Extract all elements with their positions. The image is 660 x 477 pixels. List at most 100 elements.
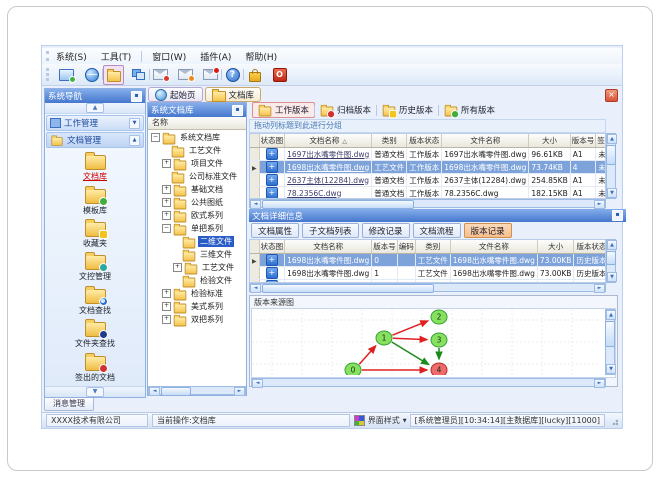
sidebar-item-4[interactable]: 文档查找 (79, 285, 111, 316)
tree-node-2[interactable]: + 项目文件 (148, 157, 246, 170)
scroll-left-icon[interactable]: ◄ (252, 379, 263, 388)
menu-item-3[interactable]: 插件(A) (200, 50, 231, 63)
sidebar-item-5[interactable]: 文件夹查找 (75, 318, 115, 349)
tree-node-5[interactable]: + 公共图纸 (148, 196, 246, 209)
menu-item-0[interactable]: 系统(S) (56, 50, 87, 63)
lock-button[interactable] (244, 65, 265, 85)
scroll-right-icon[interactable]: ► (594, 379, 605, 388)
pin-icon[interactable]: ▪ (131, 90, 142, 102)
column-header-6[interactable]: 大小 (537, 240, 575, 254)
scroll-right-icon[interactable]: ► (234, 387, 245, 396)
scroll-down-icon[interactable]: ▼ (606, 364, 616, 374)
version-grid-v-scrollbar[interactable]: ▲ ▼ (606, 239, 617, 283)
sidebar-item-2[interactable]: 收藏夹 (83, 218, 108, 249)
menu-item-2[interactable]: 窗口(W) (152, 50, 186, 63)
windows-button[interactable] (128, 65, 149, 85)
version-button-3[interactable]: 所有版本 (438, 102, 501, 119)
scroll-left-icon[interactable]: ◄ (250, 200, 261, 209)
scroll-left-icon[interactable]: ◄ (149, 387, 160, 396)
scroll-thumb[interactable] (262, 200, 414, 209)
table-row-3[interactable]: 78.2356C.dwg 普通文档工作版本 78.2356C.dwg 182.15KB… (250, 186, 605, 198)
tree-node-0[interactable]: − 系统文档库 (148, 131, 246, 144)
interface-style-label[interactable]: 界面样式 (368, 415, 400, 426)
scroll-right-icon[interactable]: ► (594, 200, 605, 209)
resize-grip[interactable] (610, 416, 618, 425)
document-grid-h-scrollbar[interactable]: ◄ ► (249, 199, 606, 209)
tree-node-12[interactable]: + 检验标准 (148, 287, 246, 300)
expander-icon[interactable]: + (162, 185, 171, 194)
tree-node-14[interactable]: + 双把系列 (148, 313, 246, 326)
sidebar-group-work[interactable]: 工作管理 ▼ (46, 115, 144, 131)
scroll-thumb[interactable] (262, 284, 434, 293)
message-panel-tab[interactable]: 消息管理 (44, 398, 94, 411)
tab-start-page[interactable]: 起始页 (148, 87, 203, 102)
chevron-down-icon[interactable]: ▼ (86, 387, 104, 397)
scroll-up-icon[interactable]: ▲ (607, 134, 617, 144)
tree-node-9[interactable]: 三维文件 (148, 248, 246, 261)
column-header-4[interactable]: 文件名称 (441, 134, 530, 148)
column-header-0[interactable]: 状态图 (259, 134, 286, 148)
scroll-thumb[interactable] (605, 321, 615, 347)
scroll-up-icon[interactable]: ▲ (607, 240, 617, 250)
chevron-up-icon[interactable]: ▲ (86, 103, 104, 113)
tree-node-3[interactable]: 公司标准文件 (148, 170, 246, 183)
expander-icon[interactable]: + (162, 289, 171, 298)
expander-icon[interactable]: + (162, 198, 171, 207)
logout-button[interactable] (269, 65, 290, 85)
tree-node-6[interactable]: + 欧式系列 (148, 209, 246, 222)
graph-h-scrollbar[interactable]: ◄ ► (251, 378, 606, 388)
pin-icon[interactable]: ▪ (232, 104, 243, 116)
column-header-1[interactable]: 文档名称 (284, 240, 373, 254)
detail-tab-4[interactable]: 版本记录 (463, 223, 512, 238)
expander-icon[interactable]: + (162, 211, 171, 220)
expander-icon[interactable]: + (162, 302, 171, 311)
expander-icon[interactable]: + (162, 159, 171, 168)
column-header-4[interactable]: 类别 (415, 240, 451, 254)
expander-icon[interactable]: − (151, 133, 160, 142)
mail-red-button[interactable] (150, 65, 171, 85)
tree-h-scrollbar[interactable]: ◄ ► (148, 386, 246, 396)
column-header-2[interactable]: 版本号 (371, 240, 398, 254)
column-header-1[interactable]: 文档名称 △ (284, 134, 373, 148)
document-grid-v-scrollbar[interactable]: ▲ ▼ (606, 133, 617, 199)
document-link[interactable]: 2637主体(12284).dwg (287, 176, 369, 185)
detail-tab-0[interactable]: 文档属性 (251, 223, 300, 238)
expander-icon[interactable]: + (173, 263, 182, 272)
table-row-2[interactable]: 2637主体(12284).dwg 普通文档工作版本 2637主体(12284).d… (250, 173, 605, 187)
column-header-7[interactable]: 版本状态 (573, 240, 605, 254)
close-icon[interactable]: × (605, 89, 618, 102)
scroll-thumb[interactable] (161, 387, 191, 396)
detail-tab-3[interactable]: 文档流程 (412, 223, 461, 238)
column-header-3[interactable]: 版本状态 (406, 134, 443, 148)
detail-tab-1[interactable]: 子文档列表 (302, 223, 359, 238)
column-header-3[interactable]: 编码 (397, 240, 416, 254)
table-row-0[interactable]: ▶ 1698出水嘴零件图.dwg 0 工艺文件 1698出水嘴零件图.dwg 73.00K… (250, 253, 605, 267)
detail-tab-2[interactable]: 修改记录 (361, 223, 410, 238)
scroll-thumb[interactable] (606, 251, 616, 265)
sidebar-item-1[interactable]: 模板库 (83, 185, 108, 216)
column-header-5[interactable]: 大小 (528, 134, 571, 148)
version-grid-h-scrollbar[interactable]: ◄ ► (249, 283, 606, 293)
scroll-down-icon[interactable]: ▼ (607, 272, 617, 282)
menu-item-1[interactable]: 工具(T) (101, 50, 132, 63)
table-row-1[interactable]: 1698出水嘴零件图.dwg 1 工艺文件 1698出水嘴零件图.dwg 73.00KB… (250, 266, 605, 280)
column-header-2[interactable]: 类别 (371, 134, 408, 148)
tree-node-7[interactable]: − 单把系列 (148, 222, 246, 235)
sidebar-item-0[interactable]: 文档库 (83, 151, 107, 182)
version-button-2[interactable]: 历史版本 (376, 102, 439, 119)
sidebar-group-doc[interactable]: 文档管理 ▲ (46, 132, 144, 148)
tree-node-1[interactable]: 工艺文件 (148, 144, 246, 157)
scroll-thumb[interactable] (606, 145, 616, 165)
table-row-0[interactable]: 1697出水嘴零件图.dwg 普通文档工作版本 1697出水嘴零件图.dwg 96.6… (250, 147, 605, 161)
tree-node-4[interactable]: + 基础文档 (148, 183, 246, 196)
column-header-5[interactable]: 文件名称 (450, 240, 538, 254)
sidebar-item-6[interactable]: 签出的文档 (75, 352, 115, 383)
display-button[interactable] (56, 65, 77, 85)
sidebar-item-3[interactable]: 文控管理 (79, 251, 111, 282)
document-link[interactable]: 1698出水嘴零件图.dwg (287, 163, 369, 172)
column-header-6[interactable]: 版本号 (570, 134, 597, 148)
tree-node-13[interactable]: + 美式系列 (148, 300, 246, 313)
scroll-up-icon[interactable]: ▲ (606, 310, 616, 320)
mail-orange-button[interactable] (175, 65, 196, 85)
tree-node-10[interactable]: + 工艺文件 (148, 261, 246, 274)
